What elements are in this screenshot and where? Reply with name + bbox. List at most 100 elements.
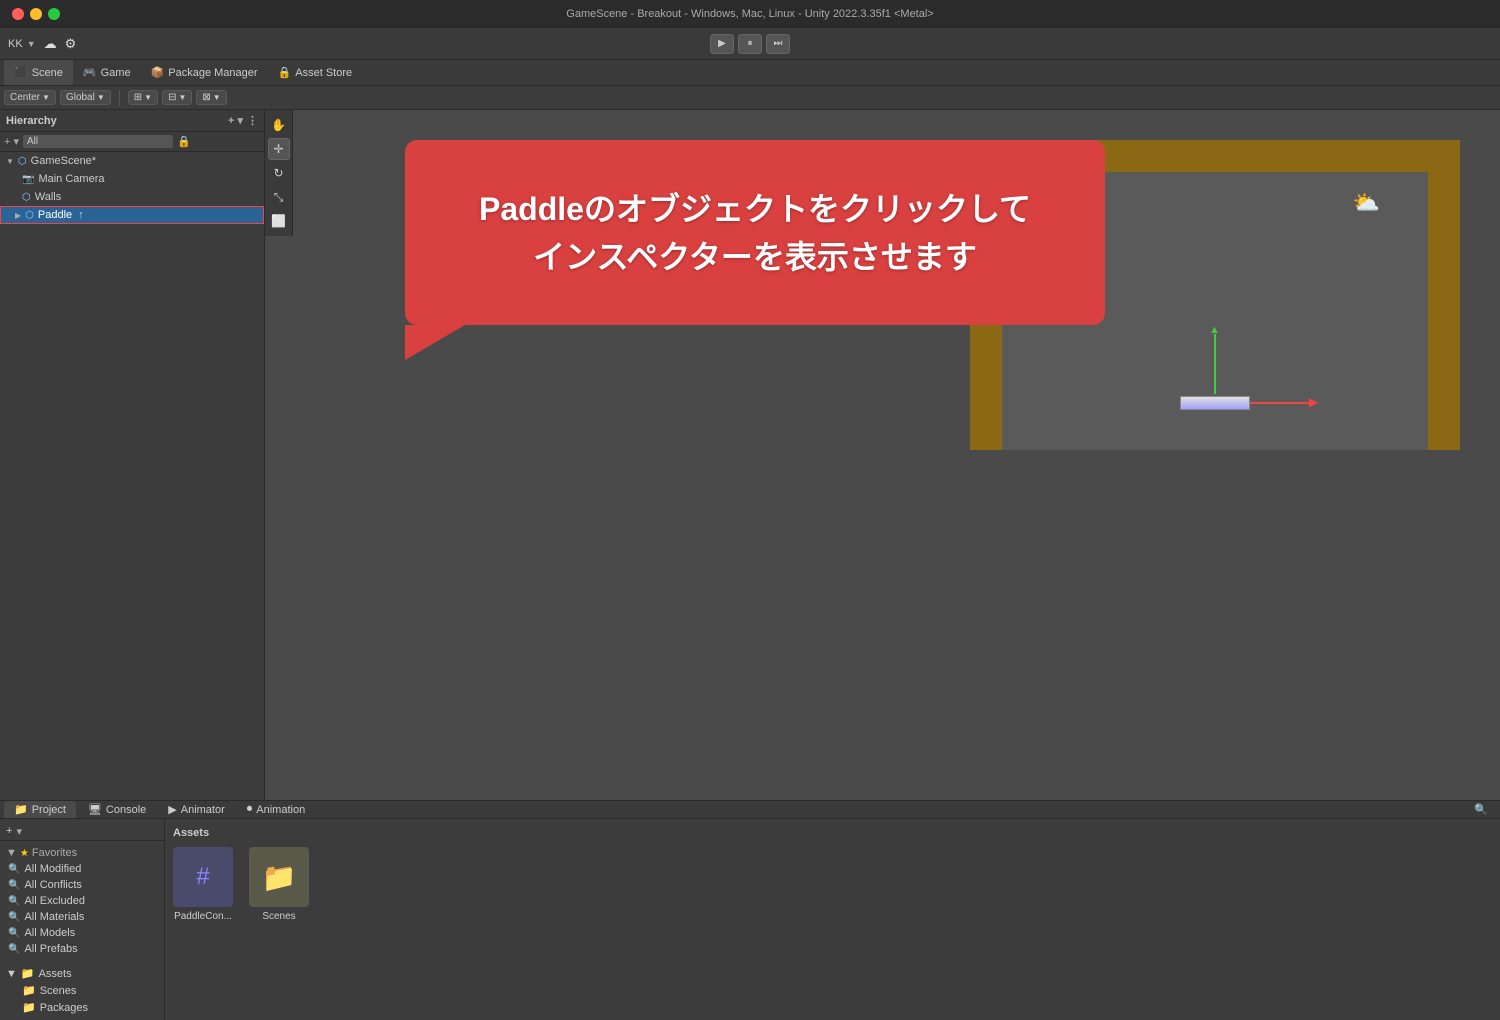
asset-label-scenes: Scenes bbox=[262, 911, 295, 922]
hand-tool[interactable]: ✋ bbox=[268, 114, 290, 136]
main-layout: Hierarchy + ▾ ⋮ + ▾ 🔒 ▼ ⬡ GameScene* 📷 M… bbox=[0, 110, 1500, 800]
tab-animation[interactable]: ⏺ Animation bbox=[237, 801, 315, 818]
gear-icon[interactable]: ⚙ bbox=[65, 36, 77, 52]
scale-tool[interactable]: ⤡ bbox=[268, 186, 290, 208]
folder-icon: 📁 bbox=[21, 967, 35, 980]
assets-main-area: Assets # PaddleCon... 📁 Scenes bbox=[165, 819, 1500, 1020]
project-search-icon[interactable]: 🔍 bbox=[1474, 803, 1488, 816]
console-tab-icon: 🖥 bbox=[88, 803, 102, 816]
scene-view[interactable]: ✋ ✛ ↻ ⤡ ⬜ ⛅ Paddleのオブジェクトをクリックして インスペクター… bbox=[265, 110, 1500, 800]
project-item-all-modified[interactable]: 🔍 All Modified bbox=[0, 861, 164, 877]
assets-folder[interactable]: ▼ 📁 Assets bbox=[0, 965, 164, 982]
gamescene-label: GameScene* bbox=[31, 155, 96, 167]
main-camera-label: Main Camera bbox=[38, 173, 104, 185]
paddle-label: Paddle bbox=[38, 209, 72, 221]
add-asset-label: ▾ bbox=[16, 825, 22, 838]
tab-asset-store[interactable]: 🔒 Asset Store bbox=[268, 60, 363, 85]
add-asset-btn[interactable]: + bbox=[6, 825, 12, 838]
assets-area-title: Assets bbox=[173, 827, 1492, 839]
callout-text: Paddleのオブジェクトをクリックして インスペクターを表示させます bbox=[479, 185, 1031, 281]
star-icon: ★ bbox=[20, 848, 29, 859]
callout-box: Paddleのオブジェクトをクリックして インスペクターを表示させます bbox=[405, 140, 1105, 325]
minimize-button[interactable] bbox=[30, 8, 42, 20]
tab-console[interactable]: 🖥 Console bbox=[78, 801, 156, 818]
animator-tab-label: Animator bbox=[181, 804, 225, 816]
project-tab-label: Project bbox=[32, 804, 66, 816]
hierarchy-panel: Hierarchy + ▾ ⋮ + ▾ 🔒 ▼ ⬡ GameScene* 📷 M… bbox=[0, 110, 265, 800]
hierarchy-search-input[interactable] bbox=[23, 135, 173, 148]
bottom-panel: 📁 Project 🖥 Console ▶ Animator ⏺ Animati… bbox=[0, 800, 1500, 1020]
scenes-folder[interactable]: 📁 Scenes bbox=[0, 982, 164, 999]
tab-game[interactable]: 🎮 Game bbox=[73, 60, 141, 85]
script-icon: # bbox=[173, 847, 233, 907]
scenes-folder-icon: 📁 bbox=[22, 984, 36, 997]
animation-tab-label: Animation bbox=[256, 804, 305, 816]
maximize-button[interactable] bbox=[48, 8, 60, 20]
favorites-header: ▼ ★ Favorites bbox=[0, 845, 164, 861]
rect-tool[interactable]: ⬜ bbox=[268, 210, 290, 232]
move-tool[interactable]: ✛ bbox=[268, 138, 290, 160]
hierarchy-item-walls[interactable]: ⬡ Walls bbox=[0, 188, 264, 206]
animation-tab-icon: ⏺ bbox=[247, 803, 253, 816]
project-sidebar: + ▾ ▼ ★ Favorites 🔍 All Modified 🔍 All C… bbox=[0, 819, 165, 1020]
paddle-object bbox=[1180, 396, 1250, 410]
camera-icon: 📷 bbox=[22, 174, 34, 185]
grid-btn3[interactable]: ⊠ ▼ bbox=[196, 90, 226, 105]
bottom-tabs: 📁 Project 🖥 Console ▶ Animator ⏺ Animati… bbox=[0, 801, 1500, 819]
project-item-all-conflicts[interactable]: 🔍 All Conflicts bbox=[0, 877, 164, 893]
hierarchy-item-gamescene[interactable]: ▼ ⬡ GameScene* bbox=[0, 152, 264, 170]
game-tab-label: Game bbox=[101, 67, 131, 79]
close-button[interactable] bbox=[12, 8, 24, 20]
window-title: GameScene - Breakout - Windows, Mac, Lin… bbox=[566, 8, 933, 20]
hierarchy-menu-btn[interactable]: ⋮ bbox=[247, 114, 258, 127]
paddle-expand: ▶ bbox=[15, 211, 21, 220]
tab-package-manager[interactable]: 📦 Package Manager bbox=[141, 60, 268, 85]
step-button[interactable]: ⏭ bbox=[766, 34, 790, 54]
hierarchy-title: Hierarchy bbox=[6, 115, 57, 127]
rotate-tool[interactable]: ↻ bbox=[268, 162, 290, 184]
hierarchy-lock-icon[interactable]: 🔒 bbox=[177, 135, 191, 148]
top-toolbar: KK ▼ ☁ ⚙ ▶ ⏸ ⏭ bbox=[0, 28, 1500, 60]
tab-bar: ⬛ Scene 🎮 Game 📦 Package Manager 🔒 Asset… bbox=[0, 60, 1500, 86]
scene-icon: ⬡ bbox=[18, 156, 27, 167]
console-tab-label: Console bbox=[106, 804, 146, 816]
center-btn[interactable]: Center ▼ bbox=[4, 90, 56, 105]
asset-store-tab-label: Asset Store bbox=[295, 67, 352, 79]
hierarchy-item-main-camera[interactable]: 📷 Main Camera bbox=[0, 170, 264, 188]
hierarchy-item-paddle[interactable]: ▶ ⬡ Paddle ↑ bbox=[0, 206, 264, 224]
package-tab-icon: 📦 bbox=[151, 66, 165, 79]
grid-btn2[interactable]: ⊟ ▼ bbox=[162, 90, 192, 105]
packages-folder[interactable]: 📁 Packages bbox=[0, 999, 164, 1016]
game-tab-icon: 🎮 bbox=[83, 66, 97, 79]
project-item-all-materials[interactable]: 🔍 All Materials bbox=[0, 909, 164, 925]
cloud-icon[interactable]: ☁ bbox=[44, 36, 57, 52]
asset-scenes-folder[interactable]: 📁 Scenes bbox=[249, 847, 309, 922]
hierarchy-search-bar: + ▾ 🔒 bbox=[0, 132, 264, 152]
package-tab-label: Package Manager bbox=[168, 67, 257, 79]
project-item-all-excluded[interactable]: 🔍 All Excluded bbox=[0, 893, 164, 909]
account-selector[interactable]: KK ▼ bbox=[8, 38, 36, 50]
packages-folder-icon: 📁 bbox=[22, 1001, 36, 1014]
divider bbox=[119, 90, 120, 106]
titlebar: GameScene - Breakout - Windows, Mac, Lin… bbox=[0, 0, 1500, 28]
callout-arrow bbox=[405, 325, 465, 360]
asset-label-paddle: PaddleCon... bbox=[174, 911, 232, 922]
y-axis-arrow bbox=[1214, 334, 1216, 394]
hierarchy-search-add[interactable]: + ▾ bbox=[4, 135, 19, 148]
scene-tab-label: Scene bbox=[32, 67, 63, 79]
global-btn[interactable]: Global ▼ bbox=[60, 90, 111, 105]
tab-animator[interactable]: ▶ Animator bbox=[158, 801, 235, 818]
wall-right bbox=[1428, 140, 1460, 450]
tab-scene[interactable]: ⬛ Scene bbox=[4, 60, 73, 85]
pause-button[interactable]: ⏸ bbox=[738, 34, 762, 54]
project-item-all-prefabs[interactable]: 🔍 All Prefabs bbox=[0, 941, 164, 957]
tab-project[interactable]: 📁 Project bbox=[4, 801, 76, 818]
scene-tab-icon: ⬛ bbox=[14, 66, 28, 79]
grid-btn1[interactable]: ⊞ ▼ bbox=[128, 90, 158, 105]
play-button[interactable]: ▶ bbox=[710, 34, 734, 54]
project-tab-icon: 📁 bbox=[14, 803, 28, 816]
hierarchy-add-btn[interactable]: + ▾ bbox=[228, 114, 243, 127]
scene-toolbar: Center ▼ Global ▼ ⊞ ▼ ⊟ ▼ ⊠ ▼ bbox=[0, 86, 1500, 110]
project-item-all-models[interactable]: 🔍 All Models bbox=[0, 925, 164, 941]
asset-paddlecontroller[interactable]: # PaddleCon... bbox=[173, 847, 233, 922]
